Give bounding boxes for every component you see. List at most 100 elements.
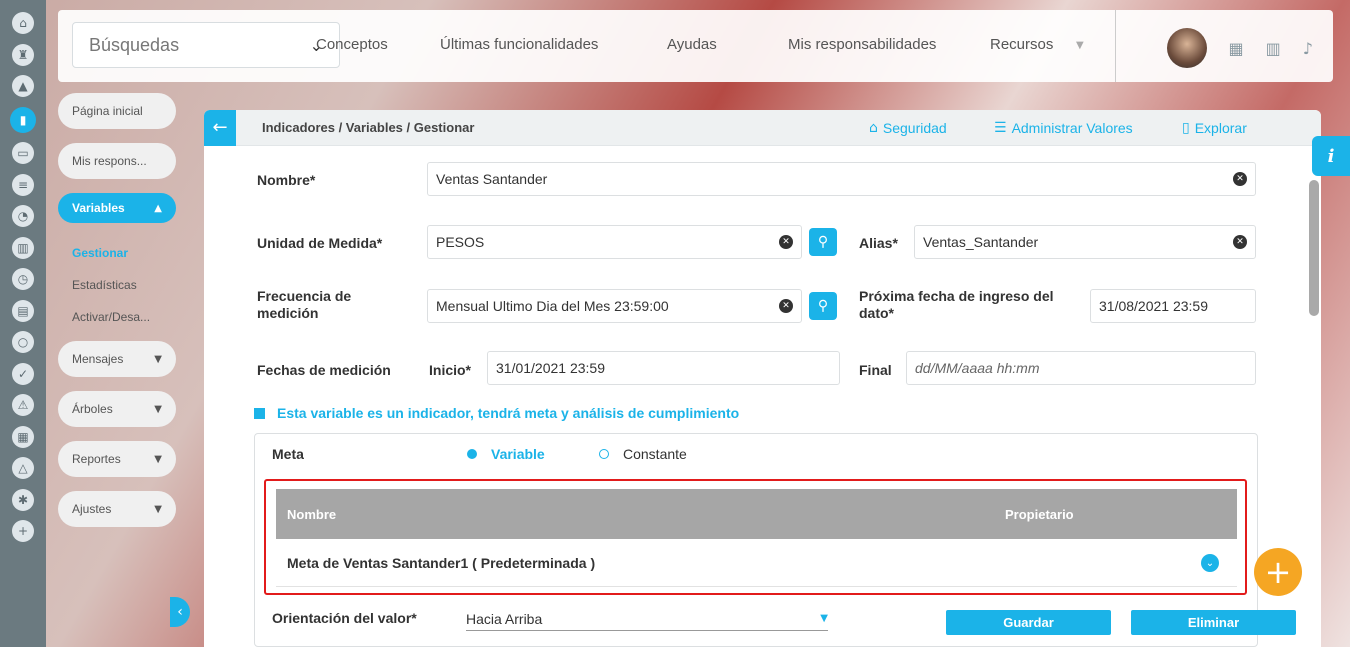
clock-icon[interactable]: ◷ <box>12 268 34 290</box>
nombre-input[interactable]: Ventas Santander ✕ <box>427 162 1256 196</box>
orientacion-value: Hacia Arriba <box>466 610 543 627</box>
clear-icon[interactable]: ✕ <box>779 235 793 249</box>
menu-pagina-inicial[interactable]: Página inicial <box>58 93 176 129</box>
clear-icon[interactable]: ✕ <box>779 299 793 313</box>
radio-constante-label: Constante <box>623 446 687 462</box>
menu-arboles[interactable]: Árboles ▼ <box>58 391 176 427</box>
menu-label: Mensajes <box>72 352 124 366</box>
tower-icon[interactable]: ♜ <box>12 43 34 66</box>
seguridad-label: Seguridad <box>882 120 947 136</box>
frecuencia-input[interactable]: Mensual Ultimo Dia del Mes 23:59:00 ✕ <box>427 289 802 323</box>
menu-label: Ajustes <box>72 502 112 516</box>
top-icons: ▦ ▥ ♪ <box>1166 28 1313 68</box>
warning-icon[interactable]: ⚠ <box>12 394 34 416</box>
proxima-label: Próxima fecha de ingreso del dato* <box>859 288 1054 321</box>
indicador-text: Esta variable es un indicador, tendrá me… <box>277 405 740 421</box>
administrar-valores-link[interactable]: ☰ Administrar Valores <box>994 120 1133 136</box>
administrar-label: Administrar Valores <box>1011 120 1133 136</box>
presentation-icon[interactable]: ▭ <box>12 142 34 164</box>
alias-input[interactable]: Ventas_Santander ✕ <box>914 225 1256 259</box>
nav-responsabilidades[interactable]: Mis responsabilidades <box>788 36 936 53</box>
left-menu: Página inicial Mis respons... Variables ▲… <box>58 93 176 541</box>
caret-up-icon: ▲ <box>154 202 162 214</box>
menu-reportes[interactable]: Reportes ▼ <box>58 441 176 477</box>
pie-chart-icon[interactable]: ◔ <box>12 205 34 227</box>
nombre-value: Ventas Santander <box>436 171 548 187</box>
info-icon[interactable]: i <box>1312 136 1350 176</box>
nav-recursos[interactable]: Recursos <box>990 36 1053 53</box>
menu-mis-responsabilidades[interactable]: Mis respons... <box>58 143 176 179</box>
seguridad-link[interactable]: ⌂ Seguridad <box>869 120 947 136</box>
menu-variables[interactable]: Variables ▲ <box>58 193 176 223</box>
indicador-checkbox[interactable]: Esta variable es un indicador, tendrá me… <box>254 405 739 421</box>
inicio-input[interactable]: 31/01/2021 23:59 <box>487 351 840 385</box>
menu-mensajes[interactable]: Mensajes ▼ <box>58 341 176 377</box>
submenu-gestionar[interactable]: Gestionar <box>58 237 176 269</box>
search-icon[interactable]: ⚲ <box>809 292 837 320</box>
sliders-icon[interactable]: ≡ <box>12 173 34 196</box>
proxima-input[interactable]: 31/08/2021 23:59 <box>1090 289 1256 323</box>
gear-icon[interactable]: ✱ <box>12 488 34 511</box>
add-fab-button[interactable]: + <box>1254 548 1302 596</box>
final-input[interactable]: dd/MM/aaaa hh:mm <box>906 351 1256 385</box>
search-dropdown[interactable]: Búsquedas ⌄ <box>72 22 340 68</box>
chart-bars-icon[interactable]: ▮ <box>10 106 36 133</box>
frecuencia-label: Frecuencia de medición <box>257 288 352 321</box>
explorar-link[interactable]: ▯ Explorar <box>1182 120 1247 136</box>
top-separator <box>1115 10 1116 82</box>
explorar-label: Explorar <box>1194 120 1247 136</box>
submenu-activar[interactable]: Activar/Desa... <box>58 301 176 333</box>
radio-unchecked-icon <box>599 449 609 459</box>
unidad-input[interactable]: PESOS ✕ <box>427 225 802 259</box>
menu-label: Variables <box>72 201 125 215</box>
network-icon[interactable]: △ <box>12 457 34 479</box>
caret-down-icon: ▼ <box>154 353 162 365</box>
scrollbar[interactable] <box>1309 180 1319 316</box>
app-icon-bar: ⌂ ♜ ▲ ▮ ▭ ≡ ◔ ▥ ◷ ▤ ○ ✓ ⚠ ▦ △ ✱ + <box>0 0 46 647</box>
calendar-icon[interactable]: ▦ <box>12 425 34 448</box>
caret-down-icon: ▼ <box>820 613 828 624</box>
check-icon[interactable]: ✓ <box>12 362 34 385</box>
nav-conceptos[interactable]: Conceptos <box>316 36 388 53</box>
caret-down-icon: ▼ <box>154 403 162 415</box>
cycle-icon[interactable]: ○ <box>12 331 34 353</box>
menu-label: Reportes <box>72 452 121 466</box>
inicio-value: 31/01/2021 23:59 <box>496 360 605 376</box>
caret-down-icon: ▼ <box>154 453 162 465</box>
map-icon[interactable]: ▥ <box>12 236 34 259</box>
search-label: Búsquedas <box>89 34 180 55</box>
menu-label: Página inicial <box>72 104 143 118</box>
avatar[interactable] <box>1166 28 1207 68</box>
unidad-label: Unidad de Medida* <box>257 235 383 251</box>
bell-icon[interactable]: ♪ <box>1303 39 1313 58</box>
top-bar: Búsquedas ⌄ Conceptos Últimas funcionali… <box>58 10 1333 82</box>
breadcrumb: Indicadores / Variables / Gestionar <box>262 120 475 135</box>
radio-constante[interactable]: Constante <box>599 446 687 462</box>
calendar-icon[interactable]: ▦ <box>1229 39 1244 58</box>
lock-icon: ⌂ <box>869 120 878 136</box>
clear-icon[interactable]: ✕ <box>1233 172 1247 186</box>
collapse-menu-button[interactable]: ‹ <box>170 597 190 627</box>
caret-down-icon: ▼ <box>154 503 162 515</box>
submenu-estadisticas[interactable]: Estadísticas <box>58 269 176 301</box>
panel-header: ← Indicadores / Variables / Gestionar ⌂ S… <box>204 110 1321 146</box>
radio-checked-icon <box>467 449 477 459</box>
guardar-button[interactable]: Guardar <box>946 610 1111 635</box>
alias-label: Alias* <box>859 235 898 251</box>
recursos-caret-icon[interactable]: ▼ <box>1076 40 1084 51</box>
radio-variable-label: Variable <box>491 446 545 462</box>
document-icon[interactable]: ▤ <box>12 299 34 322</box>
map-icon[interactable]: ▥ <box>1266 39 1281 58</box>
eliminar-button[interactable]: Eliminar <box>1131 610 1296 635</box>
plus-square-icon[interactable]: + <box>12 520 34 542</box>
nav-ayudas[interactable]: Ayudas <box>667 36 717 53</box>
clear-icon[interactable]: ✕ <box>1233 235 1247 249</box>
radio-variable[interactable]: Variable <box>467 446 545 462</box>
home-icon[interactable]: ⌂ <box>12 12 34 34</box>
menu-ajustes[interactable]: Ajustes ▼ <box>58 491 176 527</box>
nav-ultimas[interactable]: Últimas funcionalidades <box>440 36 598 53</box>
orientacion-select[interactable]: Hacia Arriba ▼ <box>466 607 828 631</box>
triangle-up-icon[interactable]: ▲ <box>12 75 34 97</box>
back-arrow-icon[interactable]: ← <box>204 110 236 146</box>
search-icon[interactable]: ⚲ <box>809 228 837 256</box>
